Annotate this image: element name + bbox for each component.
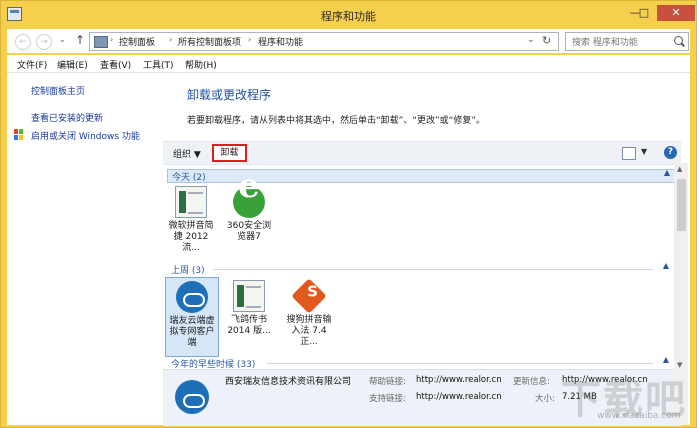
scroll-up-arrow[interactable]: ▲ — [677, 165, 682, 173]
realor-cloud-icon — [175, 380, 209, 414]
program-tile[interactable]: 瑞友云端虚拟专网客户端 — [165, 277, 219, 357]
close-button[interactable]: ✕ — [657, 5, 695, 21]
feige-icon — [233, 280, 265, 312]
command-bar: 组织 ▼ 卸载 ▼ ? — [163, 141, 681, 165]
title-bar: 程序和功能 — □ ✕ — [1, 1, 696, 27]
sidebar-link-windows-features[interactable]: 启用或关闭 Windows 功能 — [31, 129, 140, 142]
sidebar: 控制面板主页 查看已安装的更新 启用或关闭 Windows 功能 — [7, 73, 163, 425]
breadcrumb-separator[interactable]: › — [248, 35, 251, 44]
scrollbar-thumb[interactable] — [677, 179, 686, 231]
watermark: 下载吧 www.xiazaiba.com — [561, 367, 691, 425]
refresh-icon[interactable]: ↻ — [542, 34, 551, 47]
control-panel-icon — [94, 36, 108, 48]
360-browser-icon — [233, 181, 265, 218]
program-name: 搜狗拼音输入法 7.4正... — [286, 315, 332, 347]
program-tile[interactable]: 搜狗拼音输入法 7.4正... — [283, 277, 335, 348]
window-title: 程序和功能 — [321, 10, 376, 23]
publisher-name: 西安瑞友信息技术资讯有限公司 — [225, 377, 352, 387]
group-label: 今天 (2) — [172, 173, 206, 183]
breadcrumb-programs[interactable]: 程序和功能 — [258, 35, 303, 48]
forward-button[interactable]: → — [36, 34, 52, 50]
page-description: 若要卸载程序，请从列表中将其选中，然后单击“卸载”、“更改”或“修复”。 — [187, 116, 485, 126]
breadcrumb-control-panel[interactable]: 控制面板 — [119, 35, 155, 48]
breadcrumb-separator[interactable]: › — [169, 35, 172, 44]
program-name: 360安全浏览器7 — [226, 221, 272, 242]
menu-tools[interactable]: 工具(T) — [143, 58, 174, 71]
breadcrumb-separator[interactable]: › — [110, 35, 113, 44]
support-link[interactable]: http://www.realor.cn — [416, 392, 502, 402]
up-button[interactable]: ↑ — [75, 33, 85, 47]
organize-button[interactable]: 组织 ▼ — [173, 147, 201, 160]
maximize-button[interactable]: □ — [633, 5, 655, 21]
search-input[interactable]: 搜索 程序和功能 — [565, 32, 689, 51]
size-label: 大小: — [535, 394, 555, 404]
program-tile[interactable]: 360安全浏览器7 — [223, 181, 275, 243]
breadcrumb-all-items[interactable]: 所有控制面板项 — [178, 35, 241, 48]
divider — [267, 363, 653, 364]
address-bar: ← → ⌄ ↑ › 控制面板 › 所有控制面板项 › 程序和功能 ⌄ ↻ 搜索 … — [7, 29, 690, 53]
collapse-icon[interactable]: ▲ — [664, 168, 670, 177]
group-header-last-week[interactable]: 上周 (3) ▲ — [167, 261, 673, 276]
sidebar-link-installed-updates[interactable]: 查看已安装的更新 — [31, 111, 103, 124]
collapse-icon[interactable]: ▲ — [663, 355, 669, 364]
uninstall-button[interactable]: 卸载 — [212, 144, 247, 162]
menu-edit[interactable]: 编辑(E) — [57, 58, 88, 71]
program-tile[interactable]: 微软拼音简捷 2012 流... — [165, 183, 217, 254]
window: 程序和功能 — □ ✕ ← → ⌄ ↑ › 控制面板 › 所有控制面板项 › 程… — [0, 0, 697, 428]
sogou-pinyin-icon — [291, 278, 327, 314]
group-label: 上周 (3) — [171, 266, 205, 276]
menu-help[interactable]: 帮助(H) — [185, 58, 217, 71]
search-icon[interactable] — [674, 36, 683, 45]
search-placeholder: 搜索 程序和功能 — [572, 38, 638, 48]
view-dropdown-button[interactable]: ▼ — [641, 147, 647, 156]
realor-cloud-icon — [176, 281, 208, 313]
watermark-url: www.xiazaiba.com — [597, 411, 681, 421]
help-link[interactable]: http://www.realor.cn — [416, 375, 502, 385]
address-dropdown-icon[interactable]: ⌄ — [527, 35, 535, 45]
update-info-label: 更新信息: — [513, 377, 550, 387]
program-tile[interactable]: 飞鸽传书 2014 版... — [223, 277, 275, 337]
page-title: 卸载或更改程序 — [187, 88, 272, 102]
divider — [213, 269, 653, 270]
sidebar-link-cp-home[interactable]: 控制面板主页 — [31, 84, 85, 97]
program-name: 瑞友云端虚拟专网客户端 — [169, 316, 215, 348]
menu-bar: 文件(F) 编辑(E) 查看(V) 工具(T) 帮助(H) — [7, 55, 690, 73]
menu-view[interactable]: 查看(V) — [100, 58, 131, 71]
help-icon[interactable]: ? — [664, 146, 677, 159]
microsoft-pinyin-icon — [175, 186, 207, 218]
help-link-label: 帮助链接: — [369, 377, 406, 387]
view-options-icon[interactable] — [622, 147, 636, 160]
collapse-icon[interactable]: ▲ — [663, 261, 669, 270]
support-link-label: 支持链接: — [369, 394, 406, 404]
menu-file[interactable]: 文件(F) — [17, 58, 47, 71]
program-name: 微软拼音简捷 2012 流... — [168, 221, 214, 253]
program-name: 飞鸽传书 2014 版... — [227, 315, 271, 336]
recent-locations-button[interactable]: ⌄ — [59, 35, 66, 44]
shield-icon — [14, 129, 23, 140]
address-field[interactable]: › 控制面板 › 所有控制面板项 › 程序和功能 ⌄ ↻ — [89, 32, 559, 51]
back-button[interactable]: ← — [15, 34, 31, 50]
